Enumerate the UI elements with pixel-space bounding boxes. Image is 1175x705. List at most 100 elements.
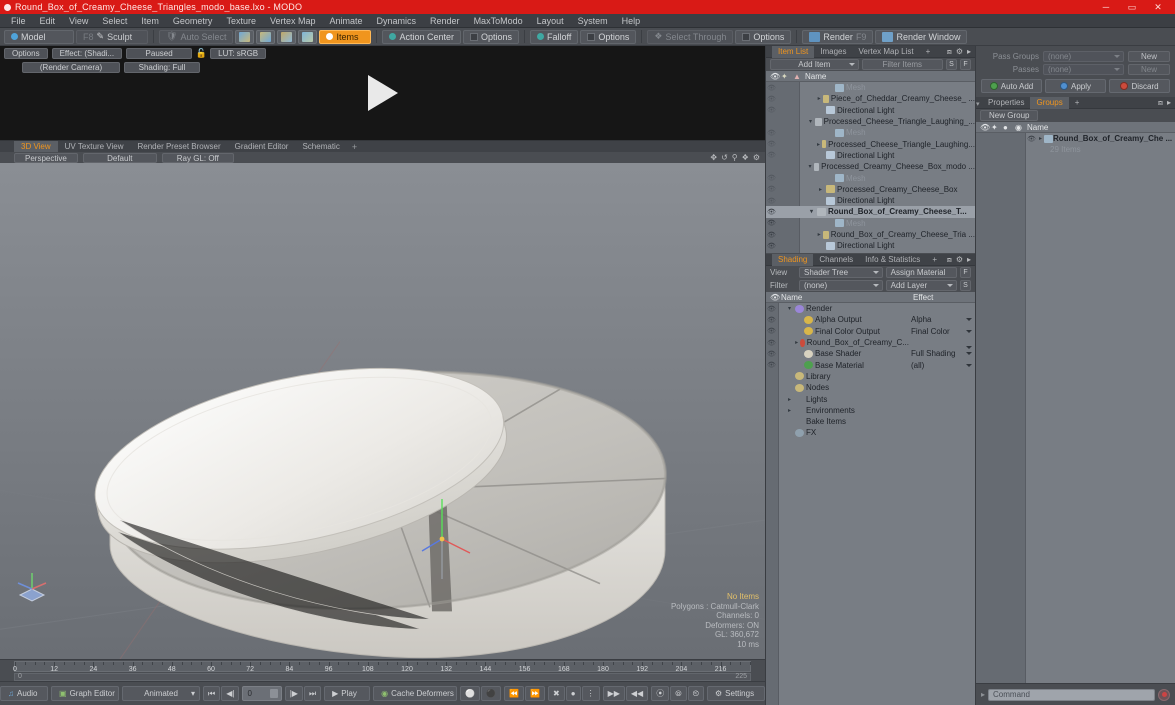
render-window-button[interactable]: Render Window	[875, 29, 968, 44]
item-list-row[interactable]: ▾ Processed_Cheese_Triangle_Laughing_...	[766, 116, 975, 127]
assign-material-button[interactable]: Assign Material	[885, 267, 957, 278]
right-panel-add-tab-button[interactable]: +	[1069, 97, 1086, 109]
right-panel-tab-groups[interactable]: Groups	[1030, 96, 1069, 109]
item-visibility-icon[interactable]: 👁	[766, 174, 777, 182]
item-list-tab-item-list[interactable]: Item List	[772, 45, 815, 58]
sculpt-mode-button[interactable]: F8 ✎ Sculpt	[76, 29, 148, 44]
select-through-button[interactable]: ❖ Select Through	[647, 29, 734, 44]
item-list-tab-images[interactable]: Images	[814, 46, 852, 58]
shader-expand-arrow[interactable]: ▸	[795, 339, 798, 346]
vertex-mode-button[interactable]	[235, 29, 255, 44]
shader-visibility-icon[interactable]: 👁	[766, 339, 777, 347]
item-expand-arrow[interactable]: ▾	[808, 118, 813, 125]
menu-item-geometry[interactable]: Geometry	[166, 14, 220, 28]
chevron-right-icon-2[interactable]: ▸	[967, 255, 971, 265]
item-visibility-icon[interactable]: 👁	[766, 106, 777, 114]
popout-icon-3[interactable]: ⧈	[1158, 98, 1163, 108]
viewport-3d[interactable]: No Items Polygons : Catmull-Clark Channe…	[0, 163, 765, 659]
viewport-tab-3d-view[interactable]: 3D View	[14, 140, 58, 153]
menu-item-select[interactable]: Select	[95, 14, 134, 28]
add-layer-s-button[interactable]: S	[960, 280, 971, 291]
chevron-right-icon[interactable]: ▸	[967, 47, 971, 57]
preview-paused-button[interactable]: Paused	[126, 48, 193, 59]
item-visibility-icon[interactable]: 👁	[766, 95, 777, 103]
viewport-add-tab-button[interactable]: +	[347, 142, 362, 152]
item-visibility-icon[interactable]: 👁	[766, 185, 777, 193]
shader-tree-row[interactable]: 👁 Final Color Output Final Color	[766, 326, 975, 337]
key-channels-button[interactable]: ⋮	[581, 686, 600, 701]
animated-dropdown[interactable]: Animated ▾	[122, 686, 200, 701]
passes-dropdown[interactable]: (none)	[1043, 64, 1124, 75]
menu-item-render[interactable]: Render	[423, 14, 467, 28]
item-list-row[interactable]: 👁 Mesh	[766, 172, 975, 183]
add-item-dropdown[interactable]: Add Item	[770, 59, 859, 70]
viewport-perspective-dropdown[interactable]: Perspective	[14, 152, 78, 163]
group-row-expand-arrow[interactable]: ▸	[1037, 135, 1044, 142]
assign-f-button[interactable]: F	[960, 267, 971, 278]
item-visibility-icon[interactable]: 👁	[766, 197, 777, 205]
shader-expand-arrow[interactable]: ▾	[786, 305, 793, 312]
shader-effect-cell[interactable]: (all)	[909, 361, 975, 370]
item-list-row[interactable]: 👁 ▸ Piece_of_Cheddar_Creamy_Cheese_ ...	[766, 93, 975, 104]
shader-visibility-icon[interactable]: 👁	[766, 305, 777, 313]
shading-tab-info-statistics[interactable]: Info & Statistics	[859, 254, 926, 266]
cache-deformers-button[interactable]: ◉ Cache Deformers	[373, 686, 458, 701]
item-visibility-icon[interactable]: 👁	[766, 242, 777, 250]
model-mode-button[interactable]: Model	[4, 29, 74, 44]
preview-lut-dropdown[interactable]: LUT: sRGB	[210, 48, 267, 59]
item-list-row[interactable]: 👁 ▸ Round_Box_of_Creamy_Cheese_Tria ...	[766, 229, 975, 240]
timeline-ruler[interactable]: 0 12 24 36 48 60 72 84 96 108 120 132 144 156 168 180 19…	[13, 661, 751, 673]
auto-select-button[interactable]: 🛡 Auto Select	[159, 29, 234, 44]
right-panel-tab-properties[interactable]: Properties	[982, 97, 1030, 109]
next-key-button[interactable]: ⏩	[525, 686, 546, 701]
gear-icon-4[interactable]: ⚙	[956, 255, 963, 265]
action-center-options-button[interactable]: Options	[463, 29, 520, 44]
preview-options-button[interactable]: Options	[4, 48, 48, 59]
filter-items-input[interactable]: Filter Items	[861, 59, 943, 70]
item-visibility-icon[interactable]: 👁	[766, 208, 777, 216]
shading-tab-channels[interactable]: Channels	[813, 254, 859, 266]
item-list-row[interactable]: 👁 Mesh	[766, 127, 975, 138]
item-expand-arrow[interactable]: ▸	[817, 141, 820, 148]
current-frame-input[interactable]: 0	[242, 686, 282, 701]
play-button[interactable]: ▶ Play	[324, 686, 371, 701]
range-start-button[interactable]: ▶▶	[602, 686, 625, 701]
groups-body[interactable]: 👁 ▸ Round_Box_of_Creamy_Che ... 29 Items	[976, 133, 1175, 683]
polygon-mode-button[interactable]	[277, 29, 297, 44]
falloff-button[interactable]: Falloff	[530, 29, 579, 44]
pass-groups-new-button[interactable]: New	[1128, 51, 1170, 62]
item-list-tab-vertex-map-list[interactable]: Vertex Map List	[852, 46, 919, 58]
item-expand-arrow[interactable]: ▸	[817, 231, 821, 238]
item-list-body[interactable]: 👁 Mesh 👁 ▸ Piece_of_Cheddar_Creamy_Cheese_ .…	[766, 82, 975, 253]
transform-gizmo[interactable]	[420, 493, 474, 581]
range-end-button[interactable]: ◀◀	[625, 686, 649, 701]
panel-grip-icon[interactable]: ▾	[976, 100, 981, 108]
edge-mode-button[interactable]	[256, 29, 276, 44]
timeline-range-bar[interactable]: 0 225	[14, 673, 751, 681]
menu-item-file[interactable]: File	[4, 14, 33, 28]
new-group-button[interactable]: New Group	[980, 110, 1039, 121]
menu-item-edit[interactable]: Edit	[33, 14, 63, 28]
shader-tree-row[interactable]: 👁Library	[766, 371, 975, 382]
shader-visibility-icon[interactable]: 👁	[766, 327, 777, 335]
menu-item-view[interactable]: View	[62, 14, 95, 28]
zoom-icon[interactable]: ⚲	[732, 153, 738, 162]
shader-tree-body[interactable]: 👁 ▾ Render 👁 Alpha Output Alpha 👁 Final Color O…	[766, 303, 975, 705]
command-expand-icon[interactable]: ▸	[981, 690, 985, 699]
preview-effect-dropdown[interactable]: Effect: (Shadi...	[51, 48, 123, 59]
viewport-tab-render-preset-browser[interactable]: Render Preset Browser	[131, 141, 228, 153]
shader-tree-row[interactable]: 👁FX	[766, 427, 975, 438]
shader-tree-row[interactable]: 👁▸Lights	[766, 393, 975, 404]
next-frame-button[interactable]: |▶	[284, 686, 303, 701]
item-expand-arrow[interactable]: ▾	[808, 208, 815, 215]
curve-tool-2-button[interactable]: ⦾	[670, 686, 687, 701]
popout-icon-2[interactable]: ⧈	[947, 255, 952, 265]
render-button[interactable]: Render F9	[802, 29, 874, 44]
shader-effect-cell[interactable]: Final Color	[909, 327, 975, 336]
filter-f-button[interactable]: F	[960, 59, 971, 70]
viewport-tab-gradient-editor[interactable]: Gradient Editor	[228, 141, 296, 153]
shader-expand-arrow[interactable]: ▸	[786, 407, 793, 414]
fit-icon[interactable]: ❖	[742, 153, 749, 162]
shader-visibility-icon[interactable]: 👁	[766, 316, 777, 324]
select-through-options-button[interactable]: Options	[735, 29, 792, 44]
